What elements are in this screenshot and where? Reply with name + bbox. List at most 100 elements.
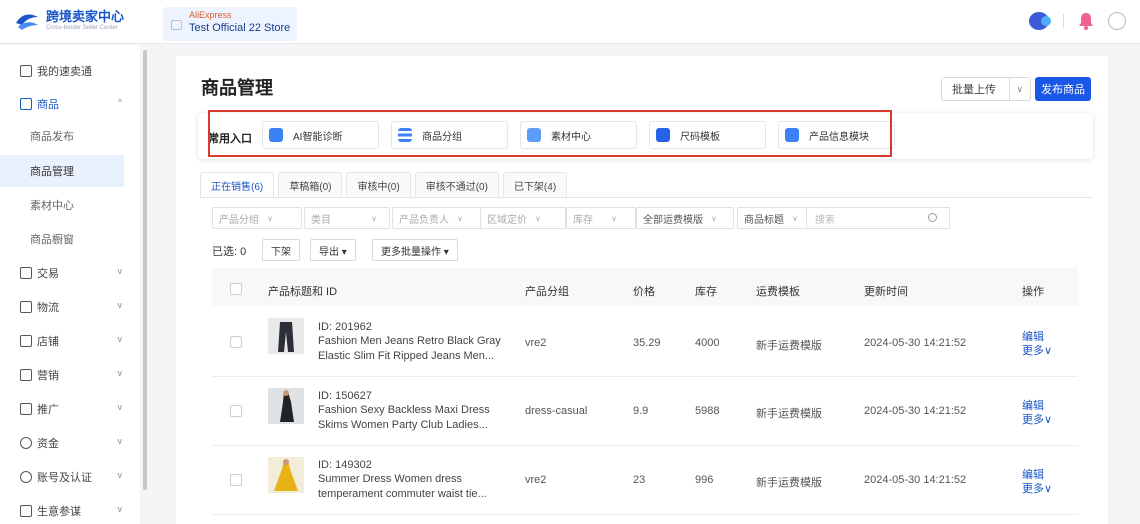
bulk-upload-button[interactable]: 批量上传 ∨ xyxy=(941,77,1031,101)
product-title[interactable]: Summer Dress Women dress temperament com… xyxy=(318,472,508,502)
row-checkbox[interactable] xyxy=(230,336,242,348)
tab-on-sale[interactable]: 正在销售(6) xyxy=(200,172,275,198)
shipping-template: 新手运费模版 xyxy=(756,340,822,352)
chevron-down-icon[interactable]: ∨ xyxy=(1008,78,1030,100)
row-checkbox[interactable] xyxy=(230,474,242,486)
product-stock: 5988 xyxy=(695,405,720,417)
chevron-down-icon: v xyxy=(117,402,123,412)
more-actions-link[interactable]: 更多∨ xyxy=(1022,342,1052,358)
filter-stock[interactable]: 库存 ∨ xyxy=(566,207,636,229)
chevron-up-icon: ^ xyxy=(117,97,122,107)
tab-review-rejected[interactable]: 审核不通过(0) xyxy=(414,172,499,198)
column-group: 产品分组 xyxy=(525,286,569,298)
sidebar-item-funds[interactable]: 资金 v xyxy=(0,427,140,459)
sidebar-item-material-center[interactable]: 素材中心 xyxy=(0,189,140,221)
filter-product-owner[interactable]: 产品负责人 ∨ xyxy=(392,207,482,229)
tab-under-review[interactable]: 审核中(0) xyxy=(346,172,411,198)
tab-off-shelf[interactable]: 已下架(4) xyxy=(502,172,568,198)
bulk-upload-label: 批量上传 xyxy=(952,84,996,96)
sidebar-item-label: 推广 xyxy=(37,404,59,416)
more-actions-link[interactable]: 更多∨ xyxy=(1022,411,1052,427)
sidebar-item-store[interactable]: 店铺 v xyxy=(0,325,140,357)
search-input[interactable]: 搜索 xyxy=(807,207,950,229)
sidebar-item-product-publish[interactable]: 商品发布 xyxy=(0,120,140,152)
product-title-line: Summer Dress Women dress xyxy=(318,473,463,485)
column-title-id: 产品标题和 ID xyxy=(268,286,338,298)
product-id: ID: 149302 xyxy=(318,459,372,471)
store-icon xyxy=(171,20,182,30)
row-divider xyxy=(212,514,1078,515)
sidebar-item-logistics[interactable]: 物流 v xyxy=(0,291,140,323)
store-icon xyxy=(20,335,32,347)
sidebar-item-label: 生意参谋 xyxy=(37,506,81,518)
funds-icon xyxy=(20,437,32,449)
export-button[interactable]: 导出 ▾ xyxy=(310,239,356,261)
sidebar-item-product-showcase[interactable]: 商品橱窗 xyxy=(0,223,140,255)
sidebar-item-my-aliexpress[interactable]: 我的速卖通 xyxy=(0,55,140,87)
column-stock: 库存 xyxy=(695,286,717,298)
filter-regional-pricing[interactable]: 区域定价 ∨ xyxy=(480,207,566,229)
avatar-icon[interactable] xyxy=(1108,12,1126,30)
row-checkbox[interactable] xyxy=(230,405,242,417)
divider xyxy=(1063,14,1064,28)
page-title: 商品管理 xyxy=(201,78,273,98)
home-icon xyxy=(20,65,32,77)
offshelf-button[interactable]: 下架 xyxy=(262,239,300,261)
more-actions-link[interactable]: 更多∨ xyxy=(1022,480,1052,496)
select-all-checkbox[interactable] xyxy=(230,283,242,295)
sidebar: 我的速卖通 商品 ^ 商品发布 商品管理 素材中心 商品橱窗 交易 v 物流 v… xyxy=(0,45,140,524)
tab-drafts[interactable]: 草稿箱(0) xyxy=(278,172,343,198)
sidebar-item-promotion[interactable]: 推广 v xyxy=(0,393,140,425)
product-title[interactable]: Fashion Men Jeans Retro Black Gray Elast… xyxy=(318,334,508,364)
highlight-box xyxy=(208,110,892,157)
updated-time: 2024-05-30 14:21:52 xyxy=(864,474,967,486)
filter-product-group[interactable]: 产品分组 ∨ xyxy=(212,207,302,229)
chevron-down-icon: v xyxy=(117,334,123,344)
sidebar-item-account[interactable]: 账号及认证 v xyxy=(0,461,140,493)
sidebar-item-product-management[interactable]: 商品管理 xyxy=(0,155,124,187)
chat-icon[interactable] xyxy=(1029,12,1051,30)
top-bar: 跨境卖家中心 Cross-border Seller Center AliExp… xyxy=(0,0,1140,44)
sidebar-item-products[interactable]: 商品 ^ xyxy=(0,88,140,120)
logistics-icon xyxy=(20,301,32,313)
product-thumbnail[interactable] xyxy=(268,388,304,424)
product-id: ID: 201962 xyxy=(318,321,372,333)
sidebar-item-trade[interactable]: 交易 v xyxy=(0,257,140,289)
sidebar-item-analytics[interactable]: 生意参谋 v xyxy=(0,495,140,524)
product-title[interactable]: Fashion Sexy Backless Maxi Dress Skims W… xyxy=(318,403,508,433)
column-price: 价格 xyxy=(633,286,655,298)
more-bulk-actions-button[interactable]: 更多批量操作 ▾ xyxy=(372,239,458,261)
column-updated: 更新时间 xyxy=(864,286,908,298)
product-thumbnail[interactable] xyxy=(268,457,304,493)
sidebar-item-label: 素材中心 xyxy=(30,200,74,212)
sidebar-item-marketing[interactable]: 营销 v xyxy=(0,359,140,391)
logo[interactable]: 跨境卖家中心 Cross-border Seller Center xyxy=(14,10,124,32)
product-title-line: Fashion Sexy Backless Maxi Dress xyxy=(318,404,490,416)
filter-label: 产品分组 xyxy=(219,214,259,226)
analytics-icon xyxy=(20,505,32,517)
search-icon[interactable] xyxy=(928,213,937,222)
logo-title: 跨境卖家中心 xyxy=(46,9,125,24)
filter-category[interactable]: 类目 ∨ xyxy=(304,207,390,229)
chevron-down-icon: ∨ xyxy=(457,213,463,223)
sidebar-item-label: 我的速卖通 xyxy=(37,66,92,78)
sidebar-item-label: 商品 xyxy=(37,99,59,111)
product-price: 23 xyxy=(633,474,646,486)
product-thumbnail[interactable] xyxy=(268,318,304,354)
sidebar-item-label: 商品管理 xyxy=(30,166,74,178)
filter-shipping-template[interactable]: 全部运费模版 ∨ xyxy=(636,207,734,229)
chevron-down-icon: ∨ xyxy=(267,213,273,223)
sidebar-scrollbar[interactable] xyxy=(143,50,147,490)
promotion-icon xyxy=(20,403,32,415)
bell-icon[interactable] xyxy=(1078,12,1094,30)
product-icon xyxy=(20,98,32,110)
store-switcher[interactable]: AliExpress Test Official 22 Store xyxy=(163,7,297,41)
filter-product-title[interactable]: 商品标题 ∨ xyxy=(737,207,807,229)
account-icon xyxy=(20,471,32,483)
store-name: Test Official 22 Store xyxy=(189,22,291,34)
sidebar-item-label: 营销 xyxy=(37,370,59,382)
logo-icon xyxy=(14,11,40,31)
filter-label: 商品标题 xyxy=(744,214,784,226)
chevron-down-icon: ∨ xyxy=(535,213,541,223)
publish-product-button[interactable]: 发布商品 xyxy=(1035,77,1091,101)
